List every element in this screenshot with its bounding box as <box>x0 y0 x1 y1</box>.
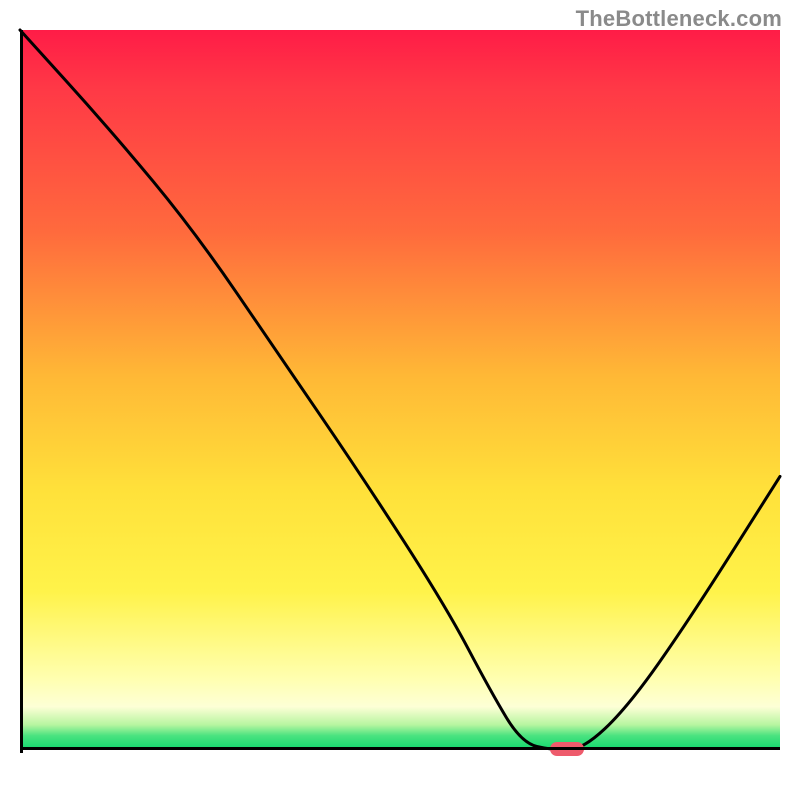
bottleneck-curve <box>20 30 780 750</box>
chart-container: TheBottleneck.com <box>0 0 800 800</box>
curve-path <box>20 30 780 750</box>
x-axis <box>20 747 780 750</box>
y-axis <box>20 30 23 753</box>
watermark-text: TheBottleneck.com <box>576 6 782 32</box>
plot-area <box>20 30 780 780</box>
